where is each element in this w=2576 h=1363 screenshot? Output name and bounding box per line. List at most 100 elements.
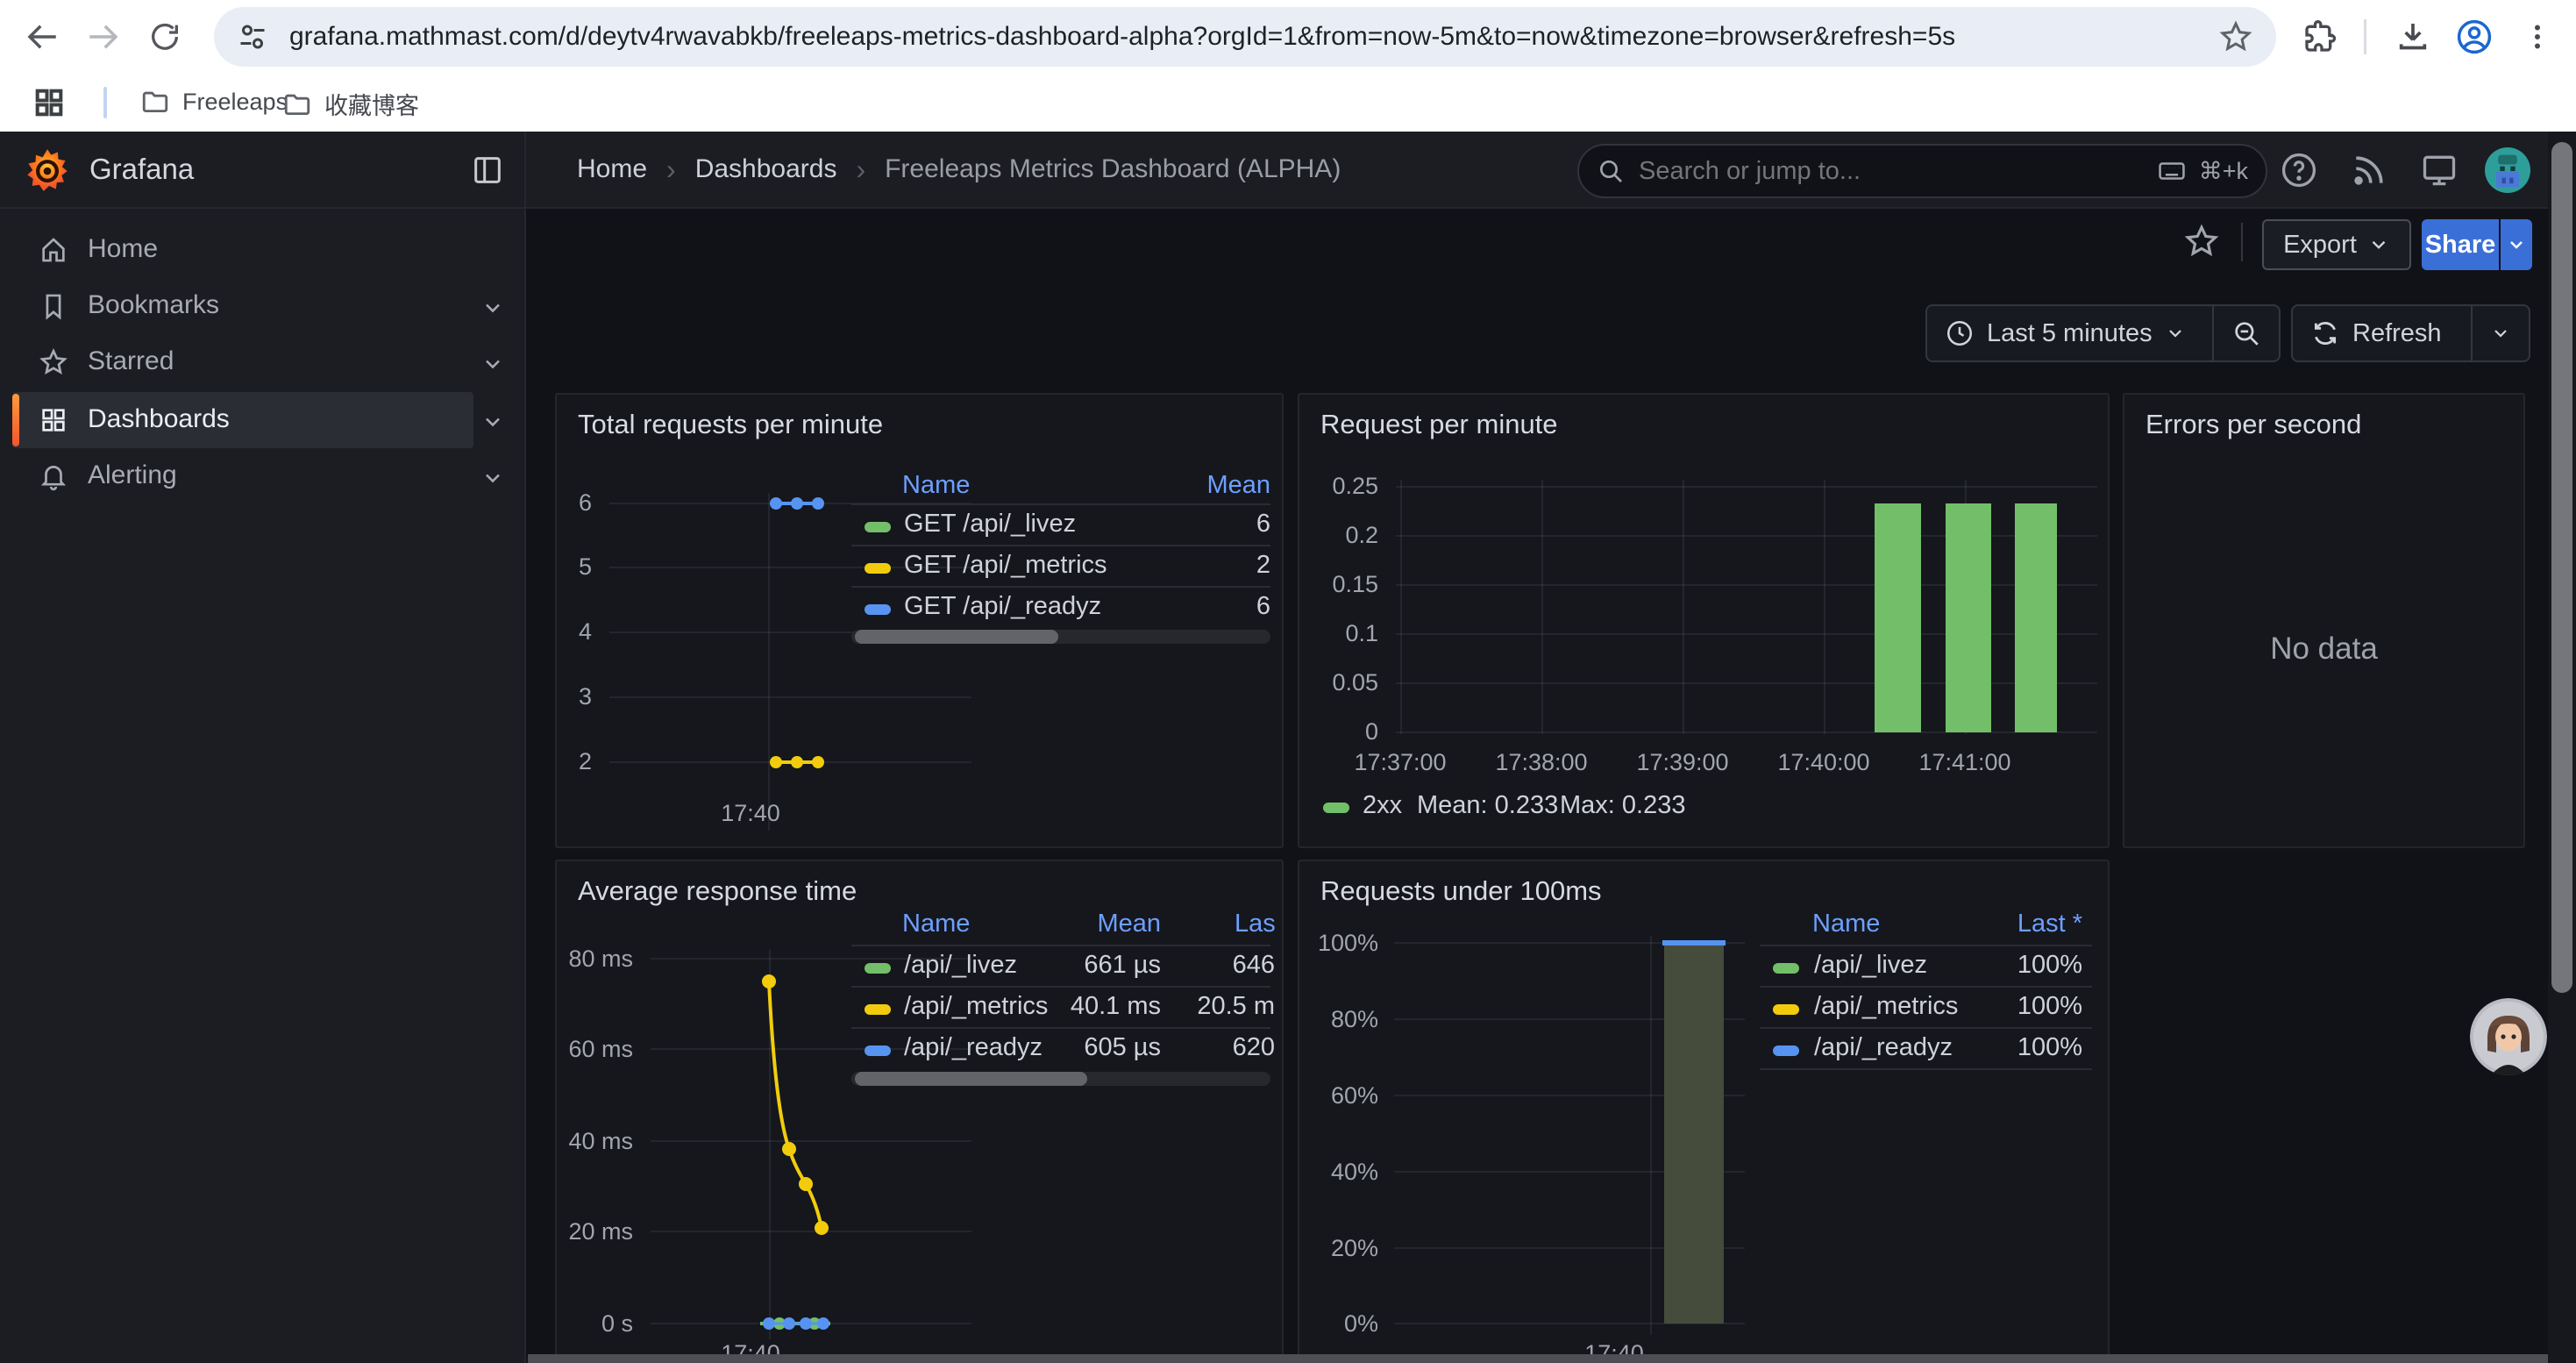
help-button[interactable]	[2280, 151, 2318, 189]
url-input[interactable]	[288, 21, 2218, 53]
export-button[interactable]: Export	[2262, 219, 2411, 270]
sidebar-item-dashboards[interactable]: Dashboards	[0, 392, 526, 448]
bookmark-folder-blogs[interactable]: 收藏博客	[282, 87, 419, 121]
chevron-down-icon[interactable]	[480, 352, 505, 376]
export-label: Export	[2283, 231, 2357, 260]
x-tick: 17:41:00	[1890, 749, 2039, 776]
keyboard-icon	[2157, 156, 2187, 186]
collapse-sidebar-button[interactable]	[470, 153, 505, 188]
legend-header-name[interactable]: Name	[902, 471, 970, 500]
legend-name[interactable]: 2xx	[1363, 791, 1402, 820]
legend-header-mean[interactable]: Mean	[995, 910, 1161, 938]
floating-avatar[interactable]	[2470, 998, 2547, 1075]
y-tick: 60%	[1299, 1082, 1378, 1110]
area-fill[interactable]	[1664, 944, 1724, 1324]
back-button[interactable]	[18, 12, 67, 61]
sidebar-item-alerting[interactable]: Alerting	[0, 448, 526, 504]
screen: Freeleaps 收藏博客 Grafana	[0, 0, 2576, 1363]
sidebar-item-starred[interactable]: Starred	[0, 334, 526, 390]
legend-name[interactable]: GET /api/_livez	[904, 510, 1076, 539]
bar-2xx[interactable]	[2015, 503, 2057, 732]
apps-grid-button[interactable]	[32, 85, 67, 120]
search-bar[interactable]: ⌘+k	[1577, 144, 2267, 198]
share-menu-button[interactable]	[2501, 219, 2532, 270]
time-range-picker[interactable]: Last 5 minutes	[1927, 306, 2212, 360]
legend-name[interactable]: /api/_livez	[1814, 951, 1927, 980]
refresh-icon	[2310, 318, 2340, 348]
horizontal-scrollbar[interactable]	[528, 1354, 2548, 1363]
url-bar[interactable]	[214, 7, 2276, 67]
share-button[interactable]: Share	[2422, 219, 2499, 270]
legend-scrollbar-track[interactable]	[851, 1072, 1270, 1086]
legend-header-name[interactable]: Name	[902, 910, 970, 938]
series-color-pill[interactable]	[1773, 1004, 1799, 1015]
legend-header-name[interactable]: Name	[1812, 910, 1880, 938]
bookmark-star-icon[interactable]	[2218, 19, 2253, 54]
bookmark-folder-label: 收藏博客	[324, 87, 419, 121]
chevron-down-icon[interactable]	[480, 466, 505, 490]
site-settings-icon[interactable]	[237, 21, 268, 53]
folder-icon	[282, 89, 312, 119]
sidebar-item-label: Starred	[88, 346, 174, 376]
legend-separator	[851, 586, 1270, 588]
series-color-pill[interactable]	[1323, 803, 1349, 813]
panel-average-response-time[interactable]: Average response time 80 ms 60 ms 40 ms …	[555, 860, 1284, 1363]
legend-scrollbar-thumb[interactable]	[855, 630, 1058, 644]
legend-separator	[1760, 945, 2092, 946]
sidebar-item-label: Alerting	[88, 460, 177, 490]
series-color-pill[interactable]	[865, 963, 891, 974]
bar-2xx[interactable]	[1875, 503, 1921, 732]
legend-header-last[interactable]: Last *	[1913, 910, 2082, 938]
breadcrumb-home[interactable]: Home	[577, 154, 647, 184]
vertical-scrollbar-thumb[interactable]	[2551, 142, 2572, 993]
breadcrumb-separator: ›	[856, 153, 865, 186]
series-color-pill[interactable]	[865, 1004, 891, 1015]
downloads-button[interactable]	[2388, 12, 2437, 61]
chevron-down-icon[interactable]	[480, 296, 505, 320]
sidebar-item-home[interactable]: Home	[0, 222, 526, 278]
favorite-dashboard-button[interactable]	[2183, 223, 2220, 260]
series-color-pill[interactable]	[1773, 963, 1799, 974]
series-color-pill[interactable]	[865, 1045, 891, 1056]
x-tick: 17:40:00	[1749, 749, 1898, 776]
series-color-pill[interactable]	[865, 604, 891, 615]
vertical-scrollbar-track[interactable]	[2548, 132, 2576, 1363]
reload-button[interactable]	[140, 12, 189, 61]
panel-request-per-minute[interactable]: Request per minute 0.25 0.2 0.15 0.1 0.0…	[1298, 393, 2110, 848]
line-100pct[interactable]	[1662, 940, 1726, 946]
panel-errors-per-second[interactable]: Errors per second No data	[2123, 393, 2525, 848]
legend-scrollbar-track[interactable]	[851, 630, 1270, 644]
extensions-button[interactable]	[2295, 12, 2345, 61]
forward-button[interactable]	[79, 12, 128, 61]
y-tick: 0	[1299, 718, 1378, 746]
legend-scrollbar-thumb[interactable]	[855, 1072, 1087, 1086]
legend-name[interactable]: GET /api/_metrics	[904, 551, 1107, 580]
back-arrow-icon	[24, 18, 60, 55]
sidebar-item-bookmarks[interactable]: Bookmarks	[0, 278, 526, 334]
panel-total-requests[interactable]: Total requests per minute 6 5 4 3 2 17:4…	[555, 393, 1284, 848]
bookmark-folder-freeleaps[interactable]: Freeleaps	[140, 87, 288, 117]
refresh-button[interactable]: Refresh	[2293, 306, 2471, 360]
user-avatar[interactable]	[2485, 147, 2530, 193]
news-button[interactable]	[2350, 151, 2388, 189]
monitor-button[interactable]	[2420, 151, 2459, 189]
time-range-label: Last 5 minutes	[1987, 319, 2153, 348]
legend-header-mean[interactable]: Mean	[1083, 471, 1270, 500]
series-color-pill[interactable]	[865, 522, 891, 532]
chevron-down-icon[interactable]	[480, 410, 505, 434]
clock-icon	[1945, 318, 1975, 348]
breadcrumb-dashboards[interactable]: Dashboards	[695, 154, 837, 184]
chevron-down-icon	[2367, 233, 2390, 256]
series-color-pill[interactable]	[865, 563, 891, 574]
no-data-message: No data	[2124, 632, 2523, 667]
refresh-interval-button[interactable]	[2473, 306, 2529, 360]
legend-name[interactable]: GET /api/_readyz	[904, 592, 1101, 621]
browser-menu-button[interactable]	[2513, 12, 2562, 61]
panel-requests-under-100ms[interactable]: Requests under 100ms 100% 80% 60% 40% 20…	[1298, 860, 2110, 1363]
zoom-out-button[interactable]	[2214, 306, 2279, 360]
profile-button[interactable]	[2450, 12, 2499, 61]
legend-header-last[interactable]: Las	[1235, 910, 1276, 938]
bar-2xx[interactable]	[1946, 503, 1991, 732]
series-color-pill[interactable]	[1773, 1045, 1799, 1056]
search-input[interactable]	[1637, 156, 2145, 187]
